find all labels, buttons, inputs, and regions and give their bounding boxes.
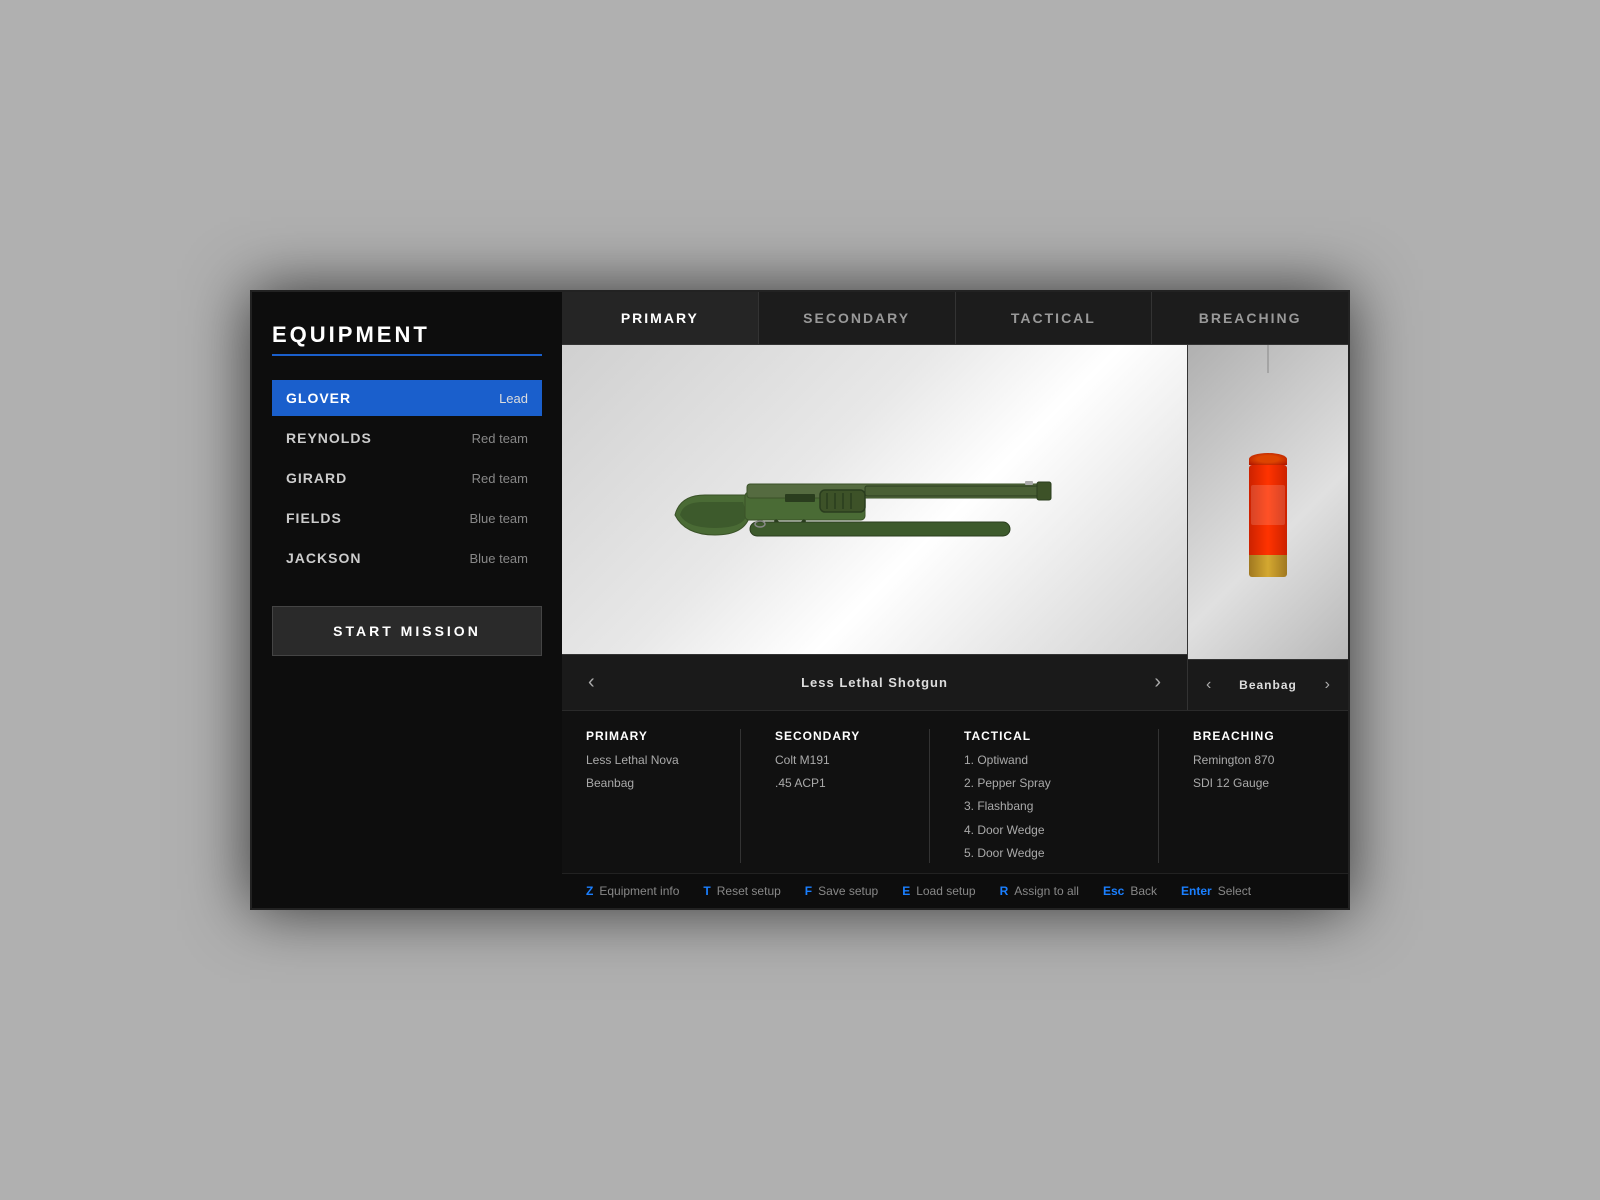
tabs-bar: Primary Secondary Tactical Breaching [562, 292, 1348, 345]
loadout-primary-value1: Less Lethal Nova [586, 751, 706, 770]
main-layout: EQUIPMENT Glover Lead Reynolds Red team … [252, 292, 1348, 908]
title-underline [272, 354, 542, 356]
shell-brass [1249, 555, 1287, 577]
hotkey-label-z: Equipment info [599, 884, 679, 898]
team-member-fields[interactable]: Fields Blue team [272, 500, 542, 536]
loadout-tactical-value4: 4. Door Wedge [964, 821, 1124, 840]
hotkey-esc: Esc Back [1103, 884, 1157, 898]
member-role: Blue team [469, 551, 528, 566]
separator-1 [740, 729, 741, 863]
loadout-primary-value2: Beanbag [586, 774, 706, 793]
loadout-breaching: Breaching Remington 870 SDI 12 Gauge [1193, 729, 1313, 863]
loadout-tactical-value3: 3. Flashbang [964, 797, 1124, 816]
team-member-reynolds[interactable]: Reynolds Red team [272, 420, 542, 456]
next-ammo-arrow[interactable]: › [1317, 672, 1338, 698]
team-member-jackson[interactable]: Jackson Blue team [272, 540, 542, 576]
member-name: Reynolds [286, 430, 372, 446]
weapons-display: ‹ Less Lethal Shotgun › [562, 345, 1348, 710]
hotkey-e: E Load setup [902, 884, 975, 898]
member-name: Fields [286, 510, 342, 526]
shell-crimp [1249, 453, 1287, 465]
shell-label [1251, 485, 1285, 525]
member-name: Jackson [286, 550, 361, 566]
hotkey-t: T Reset setup [703, 884, 780, 898]
loadout-secondary-value2: .45 ACP1 [775, 774, 895, 793]
beanbag-shell [1249, 455, 1287, 577]
hotkey-key-esc: Esc [1103, 884, 1124, 898]
loadout-tactical-value2: 2. Pepper Spray [964, 774, 1124, 793]
secondary-ammo-nav: ‹ Beanbag › [1188, 659, 1348, 710]
hotkey-r: R Assign to all [1000, 884, 1079, 898]
hotkey-label-t: Reset setup [717, 884, 781, 898]
game-screen: EQUIPMENT Glover Lead Reynolds Red team … [250, 290, 1350, 910]
loadout-secondary: Secondary Colt M191 .45 ACP1 [775, 729, 895, 863]
separator-3 [1158, 729, 1159, 863]
start-mission-button[interactable]: START MISSION [272, 606, 542, 656]
team-member-girard[interactable]: Girard Red team [272, 460, 542, 496]
team-member-glover[interactable]: Glover Lead [272, 380, 542, 416]
primary-weapon-image [562, 345, 1187, 654]
member-role: Blue team [469, 511, 528, 526]
tab-secondary[interactable]: Secondary [759, 292, 956, 344]
member-name: Girard [286, 470, 347, 486]
member-name: Glover [286, 390, 351, 406]
shotgun-icon [665, 440, 1085, 560]
hotkey-label-r: Assign to all [1014, 884, 1079, 898]
hotkey-label-enter: Select [1218, 884, 1251, 898]
hotkey-label-e: Load setup [916, 884, 975, 898]
member-role: Red team [472, 431, 528, 446]
bottom-hotkey-bar: Z Equipment info T Reset setup F Save se… [562, 873, 1348, 908]
member-role: Lead [499, 391, 528, 406]
hotkey-label-esc: Back [1130, 884, 1157, 898]
tab-tactical[interactable]: Tactical [956, 292, 1153, 344]
loadout-tactical-value1: 1. Optiwand [964, 751, 1124, 770]
loadout-secondary-value1: Colt M191 [775, 751, 895, 770]
hotkey-key-z: Z [586, 884, 593, 898]
secondary-weapon-image [1188, 345, 1348, 659]
secondary-weapon-name: Beanbag [1239, 678, 1297, 692]
hotkey-key-t: T [703, 884, 710, 898]
hotkey-key-f: F [805, 884, 812, 898]
page-title: EQUIPMENT [272, 322, 542, 348]
loadout-tactical-label: Tactical [964, 729, 1124, 743]
next-weapon-arrow[interactable]: › [1146, 667, 1169, 698]
left-panel: EQUIPMENT Glover Lead Reynolds Red team … [252, 292, 562, 908]
primary-weapon-panel: ‹ Less Lethal Shotgun › [562, 345, 1188, 710]
shell-body [1249, 465, 1287, 555]
prev-weapon-arrow[interactable]: ‹ [580, 667, 603, 698]
hotkey-z: Z Equipment info [586, 884, 679, 898]
hotkey-f: F Save setup [805, 884, 878, 898]
loadout-primary-label: Primary [586, 729, 706, 743]
secondary-weapon-panel: ‹ Beanbag › [1188, 345, 1348, 710]
loadout-primary: Primary Less Lethal Nova Beanbag [586, 729, 706, 863]
separator-2 [929, 729, 930, 863]
loadout-breaching-value2: SDI 12 Gauge [1193, 774, 1313, 793]
tab-breaching[interactable]: Breaching [1152, 292, 1348, 344]
tab-primary[interactable]: Primary [562, 292, 759, 344]
loadout-breaching-label: Breaching [1193, 729, 1313, 743]
right-panel: Primary Secondary Tactical Breaching [562, 292, 1348, 908]
hotkey-key-e: E [902, 884, 910, 898]
primary-weapon-name: Less Lethal Shotgun [801, 675, 948, 690]
prev-ammo-arrow[interactable]: ‹ [1198, 672, 1219, 698]
member-role: Red team [472, 471, 528, 486]
hotkey-key-r: R [1000, 884, 1009, 898]
hotkey-key-enter: Enter [1181, 884, 1212, 898]
loadout-secondary-label: Secondary [775, 729, 895, 743]
hotkey-label-f: Save setup [818, 884, 878, 898]
loadout-tactical: Tactical 1. Optiwand 2. Pepper Spray 3. … [964, 729, 1124, 863]
team-list: Glover Lead Reynolds Red team Girard Red… [272, 380, 542, 576]
hotkey-enter: Enter Select [1181, 884, 1251, 898]
loadout-breaching-value1: Remington 870 [1193, 751, 1313, 770]
primary-weapon-nav: ‹ Less Lethal Shotgun › [562, 654, 1187, 710]
loadout-summary: Primary Less Lethal Nova Beanbag Seconda… [562, 710, 1348, 873]
loadout-tactical-value5: 5. Door Wedge [964, 844, 1124, 863]
